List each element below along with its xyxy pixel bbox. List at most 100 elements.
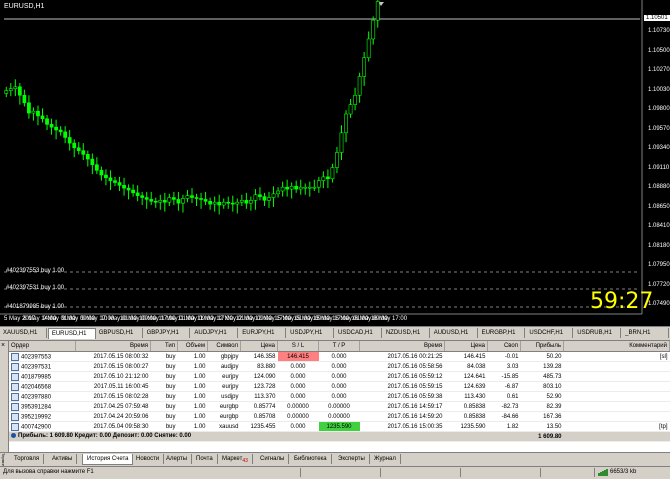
candle — [54, 119, 58, 140]
terminal-tab[interactable]: Активы — [48, 454, 78, 464]
connection-status-icon[interactable] — [598, 469, 608, 476]
column-header-symbol[interactable]: Символ — [207, 341, 241, 352]
terminal-tab[interactable]: Алерты — [162, 454, 193, 464]
candle-body — [135, 192, 140, 196]
candle-body — [27, 102, 31, 114]
symbol-tab[interactable]: USDRUB,H1 — [574, 328, 622, 338]
cell-type: buy — [150, 391, 178, 402]
terminal-tab[interactable]: Журнал — [370, 454, 401, 464]
column-header-open-time[interactable]: Время — [75, 341, 151, 352]
candle-body — [375, 1, 380, 21]
history-row[interactable]: 400742900 2017.05.04 09:58:30 buy 1.00 xauus… — [9, 421, 670, 432]
column-header-volume[interactable]: Объем — [177, 341, 208, 352]
symbol-tab[interactable]: XAUUSD,H1 — [0, 328, 47, 338]
symbol-tab[interactable]: USDCAD,H1 — [335, 328, 382, 338]
symbol-tab[interactable]: EURGBP,H1 — [479, 328, 526, 338]
candle-body — [54, 126, 58, 131]
history-row[interactable]: 402397553 2017.05.15 08:00:32 buy 1.00 gbpjp… — [9, 351, 670, 362]
history-row[interactable]: 395391284 2017.04.25 07:59:48 buy 1.00 eurgb… — [9, 401, 670, 412]
cell-type: buy — [150, 401, 178, 412]
terminal-tab[interactable]: Почта — [192, 454, 218, 464]
symbol-tab[interactable]: GBPJPY,H1 — [144, 328, 191, 338]
candle — [13, 79, 18, 97]
symbol-tab[interactable]: AUDJPY,H1 — [191, 328, 239, 338]
candle — [353, 87, 357, 111]
symbol-tab[interactable]: USDCHF,H1 — [526, 328, 574, 338]
price-chart[interactable]: EURUSD,H1 1.10501 1.10730 1.10500 1.10270 1… — [0, 0, 670, 326]
cell-order: 395391284 — [9, 401, 76, 412]
terminal-tab[interactable]: Библиотека — [290, 454, 332, 464]
candle — [326, 169, 330, 189]
candle — [36, 105, 40, 126]
symbol-tab[interactable]: _BRN,H1 — [622, 328, 669, 338]
column-header-close-time[interactable]: Время — [359, 341, 445, 352]
column-header-order[interactable]: Ордер — [9, 341, 76, 352]
symbol-tab[interactable]: NZDUSD,H1 — [383, 328, 430, 338]
cell-comment: [sl] — [563, 351, 670, 362]
history-row[interactable]: 402046568 2017.05.11 16:00:45 buy 1.00 eurjp… — [9, 381, 670, 392]
candle-body — [239, 200, 244, 203]
terminal-tab-label: Алерты — [166, 456, 188, 462]
candle-body — [312, 186, 317, 189]
order-line-label: #401879985 buy 1.00 — [6, 304, 65, 310]
column-header-type[interactable]: Тип — [150, 341, 178, 352]
cell-comment — [563, 411, 670, 422]
column-header-profit[interactable]: Прибыль — [520, 341, 564, 352]
candle-body — [76, 147, 81, 151]
history-row[interactable]: 395219992 2017.04.24 20:59:06 buy 1.00 eurgb… — [9, 411, 670, 422]
column-header-swap[interactable]: Своп — [487, 341, 521, 352]
candle-body — [339, 132, 344, 153]
column-header-take-profit[interactable]: T / P — [318, 341, 360, 352]
cell-tp: 0.00000 — [318, 401, 360, 412]
cell-tp: 0.00000 — [318, 411, 360, 422]
candle — [244, 192, 249, 209]
candle-body — [22, 94, 27, 104]
symbol-tab[interactable]: USDJPY,H1 — [287, 328, 334, 338]
column-header-open-price[interactable]: Цена — [240, 341, 278, 352]
history-row[interactable]: 402397880 2017.05.15 08:02:28 buy 1.00 usdjp… — [9, 391, 670, 402]
candle — [108, 170, 113, 191]
column-header-close-price[interactable]: Цена — [444, 341, 488, 352]
candle — [67, 129, 72, 151]
candle — [226, 196, 231, 209]
cell-sl: 0.00000 — [277, 401, 319, 412]
candle-body — [117, 182, 122, 186]
cell-symbol: eurgbp — [207, 411, 241, 422]
candle-body — [249, 200, 253, 204]
terminal-tab[interactable]: Торговля — [10, 454, 45, 464]
cell-profit: 13.50 — [520, 421, 564, 432]
candle-body — [190, 195, 194, 198]
price-axis-tick: 1.08410 — [648, 223, 670, 229]
candle-body — [321, 176, 326, 181]
symbol-tab[interactable]: EURUSD,H1 — [47, 328, 96, 339]
candle — [276, 187, 280, 198]
candle — [267, 191, 271, 208]
candle — [258, 187, 262, 201]
close-icon[interactable]: × — [1, 342, 5, 349]
candle-body — [45, 118, 49, 125]
terminal-tab[interactable]: Новости — [132, 454, 165, 464]
candle-body — [99, 170, 104, 176]
history-row[interactable]: 402397531 2017.05.15 08:00:27 buy 1.00 audjp… — [9, 361, 670, 372]
chart-canvas[interactable] — [0, 0, 670, 326]
terminal-tab[interactable]: Сигналы — [256, 454, 290, 464]
history-row[interactable]: 401879985 2017.05.10 21:12:00 buy 1.00 eurjp… — [9, 371, 670, 382]
candle-body — [113, 180, 117, 183]
candle — [253, 189, 258, 210]
terminal-tab[interactable]: Эксперты — [334, 454, 370, 464]
candle-body — [131, 189, 135, 194]
symbol-tab[interactable]: AUDUSD,H1 — [431, 328, 478, 338]
candle — [321, 171, 326, 189]
candle — [72, 139, 77, 158]
symbol-tab[interactable]: EURJPY,H1 — [239, 328, 287, 338]
terminal-tab[interactable]: История Счета — [82, 454, 134, 465]
cell-open-time: 2017.05.15 08:02:28 — [75, 391, 151, 402]
column-header-stop-loss[interactable]: S / L — [277, 341, 319, 352]
symbol-tab[interactable]: GBPUSD,H1 — [96, 328, 143, 338]
market-badge: 43 — [242, 458, 248, 465]
terminal-tab[interactable]: Маркет43 — [218, 454, 253, 464]
cell-open-price: 146.358 — [240, 351, 278, 362]
candle-body — [303, 186, 308, 189]
candle-body — [217, 201, 222, 206]
column-header-comment[interactable]: Комментарий — [563, 341, 670, 352]
